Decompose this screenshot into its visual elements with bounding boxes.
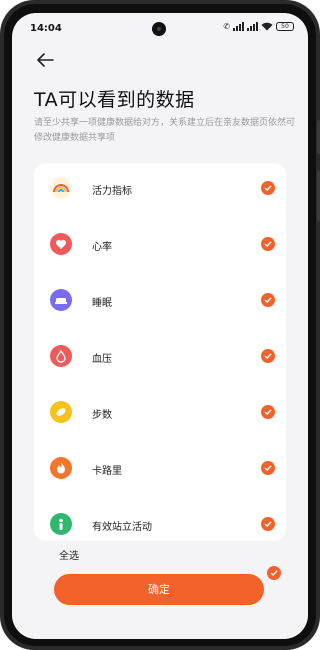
- select-all-toggle[interactable]: 全选: [40, 547, 281, 580]
- checkbox-checked[interactable]: [261, 293, 275, 307]
- confirm-button[interactable]: 确定: [54, 574, 264, 605]
- blood-drop-icon: [50, 345, 72, 367]
- bed-icon: [50, 289, 72, 311]
- list-item-vitality[interactable]: 活力指标: [34, 163, 286, 219]
- checkbox-checked[interactable]: [261, 181, 275, 195]
- list-item-blood-pressure[interactable]: 血压: [34, 331, 286, 387]
- checkbox-checked[interactable]: [261, 517, 275, 531]
- list-item-steps[interactable]: 步数: [34, 387, 286, 443]
- shoe-icon: [50, 401, 72, 423]
- data-share-list: 活力指标 心率 睡眠 血压 步数 卡路里 有效站立活动: [34, 163, 286, 541]
- flame-icon: [50, 457, 72, 479]
- nfc-icon: ✆: [223, 22, 230, 31]
- screen: 14:04 ✆ 50 TA可以看到的数据 请至少共享一项健康数据给对方，关系建立…: [12, 13, 308, 639]
- select-all-label: 全选: [59, 551, 79, 562]
- list-item-label: 活力指标: [92, 186, 132, 197]
- checkbox-checked[interactable]: [261, 349, 275, 363]
- status-time: 14:04: [30, 23, 62, 34]
- checkbox-checked[interactable]: [261, 405, 275, 419]
- list-item-calories[interactable]: 卡路里: [34, 443, 286, 499]
- list-item-sleep[interactable]: 睡眠: [34, 275, 286, 331]
- list-item-heart-rate[interactable]: 心率: [34, 219, 286, 275]
- list-item-label: 步数: [92, 410, 112, 421]
- select-all-checkbox[interactable]: [267, 565, 281, 580]
- front-camera: [152, 22, 166, 36]
- checkbox-checked[interactable]: [261, 461, 275, 475]
- list-item-label: 睡眠: [92, 298, 112, 309]
- back-arrow-icon[interactable]: [34, 49, 56, 71]
- status-bar: 14:04 ✆ 50: [12, 13, 308, 43]
- standing-icon: [50, 513, 72, 535]
- heart-icon: [50, 233, 72, 255]
- rainbow-icon: [50, 177, 72, 199]
- list-item-label: 有效站立活动: [92, 522, 152, 533]
- battery-icon: 50: [276, 22, 294, 31]
- signal-icon: [233, 22, 244, 31]
- list-item-label: 卡路里: [92, 466, 122, 477]
- page-subtitle: 请至少共享一项健康数据给对方，关系建立后在亲友数据页依然可修改健康数据共享项: [34, 118, 296, 143]
- page-title: TA可以看到的数据: [34, 89, 195, 111]
- list-item-standing[interactable]: 有效站立活动: [34, 499, 286, 541]
- phone-frame: 14:04 ✆ 50 TA可以看到的数据 请至少共享一项健康数据给对方，关系建立…: [0, 0, 320, 650]
- wifi-icon: [261, 22, 273, 31]
- list-item-label: 血压: [92, 354, 112, 365]
- list-item-label: 心率: [92, 242, 112, 253]
- status-icons: ✆ 50: [223, 22, 294, 31]
- checkbox-checked[interactable]: [261, 237, 275, 251]
- signal-icon-2: [247, 22, 258, 31]
